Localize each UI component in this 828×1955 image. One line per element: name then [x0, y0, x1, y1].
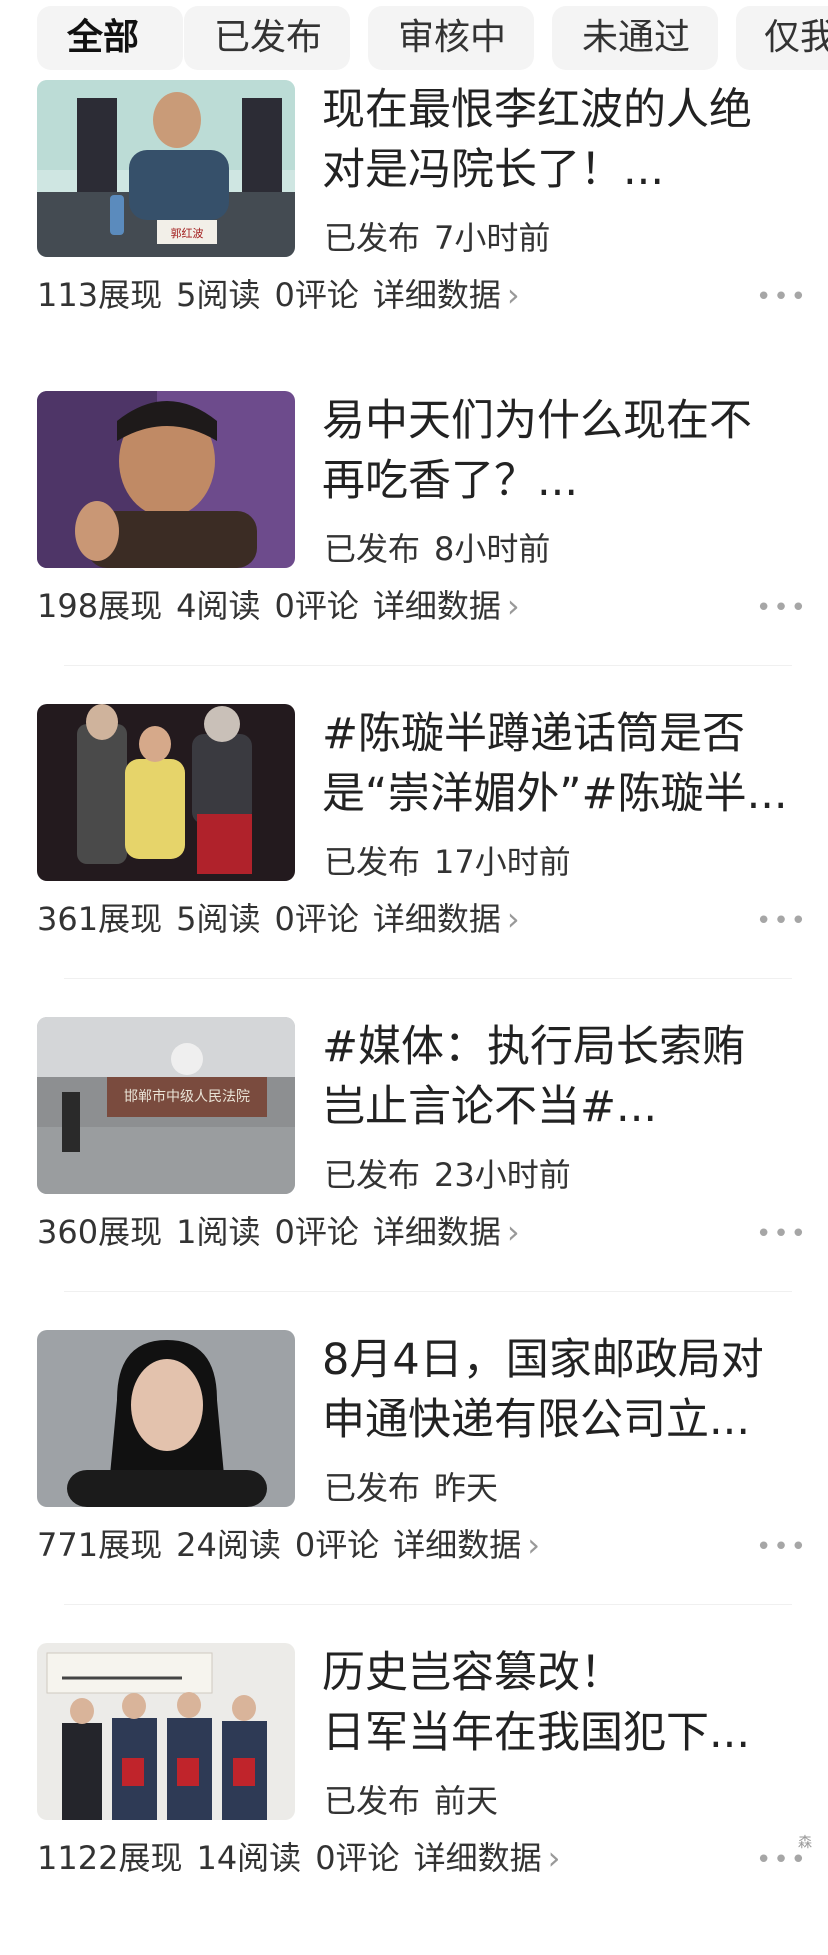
article-status: 已发布 7小时前: [324, 216, 550, 260]
publish-time: 前天: [434, 1782, 499, 1820]
article-thumbnail[interactable]: [37, 1643, 295, 1820]
article-card[interactable]: 易中天们为什么现在不 再吃香了？... 已发布 8小时前 198展现 4阅读 0评论详…: [0, 391, 828, 703]
comments-count: 0评论: [294, 1526, 380, 1564]
reads-count: 14阅读: [196, 1839, 302, 1877]
thumbnail-image: [37, 391, 295, 568]
publish-time: 昨天: [434, 1469, 499, 1507]
reads-count: 5阅读: [176, 900, 261, 938]
publish-time: 7小时前: [434, 219, 551, 257]
thumbnail-image: [37, 1643, 295, 1820]
views-count: 113展现: [37, 276, 163, 314]
chevron-right-icon[interactable]: ›: [548, 1839, 561, 1877]
views-count: 198展现: [37, 587, 163, 625]
article-card[interactable]: 邯郸市中级人民法院 #媒体：执行局长索贿 岂止言论不当#... 已发布 23小时前…: [0, 1017, 828, 1329]
status-label: 已发布: [324, 219, 421, 257]
status-label: 已发布: [324, 530, 421, 568]
views-count: 771展现: [37, 1526, 163, 1564]
article-thumbnail[interactable]: [37, 391, 295, 568]
status-label: 已发布: [324, 1782, 421, 1820]
detail-data-link[interactable]: 详细数据: [414, 1839, 542, 1877]
thumbnail-image: [37, 704, 295, 881]
more-options-icon[interactable]: •••: [756, 593, 808, 623]
article-stats: 771展现 24阅读 0评论 详细数据 ›: [37, 1522, 554, 1568]
svg-text:邯郸市中级人民法院: 邯郸市中级人民法院: [124, 1088, 250, 1105]
article-stats: 360展现 1阅读 0评论 详细数据 ›: [37, 1209, 534, 1255]
thumbnail-image: 郭红波: [37, 80, 295, 257]
thumbnail-image: [37, 1330, 295, 1507]
detail-data-link[interactable]: 详细数据: [373, 587, 501, 625]
detail-data-link[interactable]: 详细数据: [373, 900, 501, 938]
article-thumbnail[interactable]: 郭红波: [37, 80, 295, 257]
article-thumbnail[interactable]: [37, 1330, 295, 1507]
article-title[interactable]: #陈璇半蹲递话筒是否 是“崇洋媚外”#陈璇半...: [322, 704, 792, 824]
article-card[interactable]: #陈璇半蹲递话筒是否 是“崇洋媚外”#陈璇半... 已发布 17小时前 361展现…: [0, 704, 828, 1016]
article-status: 已发布 8小时前: [324, 527, 550, 571]
more-options-icon[interactable]: •••: [756, 282, 808, 312]
article-title[interactable]: 8月4日，国家邮政局对 申通快递有限公司立...: [322, 1330, 792, 1450]
comments-count: 0评论: [315, 1839, 400, 1877]
comments-count: 0评论: [274, 900, 359, 938]
views-count: 1122展现: [37, 1839, 183, 1877]
article-card[interactable]: 8月4日，国家邮政局对 申通快递有限公司立... 已发布 昨天 771展现 24阅读…: [0, 1330, 828, 1642]
publish-time: 17小时前: [434, 843, 571, 881]
reads-count: 1阅读: [176, 1213, 261, 1251]
detail-data-link[interactable]: 详细数据: [393, 1526, 521, 1564]
article-stats: 1122展现 14阅读 0评论 详细数据 ›: [37, 1835, 574, 1881]
status-label: 已发布: [324, 843, 421, 881]
chevron-right-icon[interactable]: ›: [527, 1526, 540, 1564]
thumbnail-image: 邯郸市中级人民法院: [37, 1017, 295, 1194]
tab-reviewing[interactable]: 审核中: [368, 6, 534, 70]
article-stats: 113展现 5阅读 0评论 详细数据 ›: [37, 272, 534, 318]
more-options-icon[interactable]: •••: [756, 906, 808, 936]
article-stats: 361展现 5阅读 0评论 详细数据 ›: [37, 896, 534, 942]
detail-data-link[interactable]: 详细数据: [373, 1213, 501, 1251]
detail-data-link[interactable]: 详细数据: [373, 276, 501, 314]
more-options-icon[interactable]: •••: [756, 1532, 808, 1562]
reads-count: 4阅读: [176, 587, 261, 625]
status-label: 已发布: [324, 1469, 421, 1507]
status-label: 已发布: [324, 1156, 421, 1194]
comments-count: 0评论: [274, 1213, 359, 1251]
article-title[interactable]: #媒体：执行局长索贿 岂止言论不当#...: [322, 1017, 792, 1137]
tab-published[interactable]: 已发布: [184, 6, 350, 70]
article-thumbnail[interactable]: 邯郸市中级人民法院: [37, 1017, 295, 1194]
article-stats: 198展现 4阅读 0评论 详细数据 ›: [37, 583, 534, 629]
reads-count: 24阅读: [176, 1526, 281, 1564]
svg-text:郭红波: 郭红波: [171, 227, 204, 240]
article-title[interactable]: 现在最恨李红波的人绝 对是冯院长了！...: [322, 80, 792, 200]
article-title[interactable]: 历史岂容篡改！ 日军当年在我国犯下...: [322, 1643, 792, 1763]
article-status: 已发布 17小时前: [324, 840, 571, 884]
divider: [64, 1291, 792, 1292]
chevron-right-icon[interactable]: ›: [507, 1213, 520, 1251]
chevron-right-icon[interactable]: ›: [507, 900, 520, 938]
article-title[interactable]: 易中天们为什么现在不 再吃香了？...: [322, 391, 792, 511]
views-count: 361展现: [37, 900, 163, 938]
chevron-right-icon[interactable]: ›: [507, 276, 520, 314]
divider: [64, 1604, 792, 1605]
views-count: 360展现: [37, 1213, 163, 1251]
comments-count: 0评论: [274, 587, 359, 625]
article-card[interactable]: 郭红波 现在最恨李红波的人绝 对是冯院长了！... 已发布 7小时前 113展现 5…: [0, 80, 828, 392]
tab-rejected[interactable]: 未通过: [552, 6, 718, 70]
publish-time: 8小时前: [434, 530, 551, 568]
article-thumbnail[interactable]: [37, 704, 295, 881]
reads-count: 5阅读: [176, 276, 261, 314]
article-status: 已发布 前天: [324, 1779, 498, 1823]
filter-tabs: 全部 已发布 审核中 未通过 仅我可见: [0, 0, 828, 80]
divider: [64, 665, 792, 666]
publish-time: 23小时前: [434, 1156, 571, 1194]
chevron-right-icon[interactable]: ›: [507, 587, 520, 625]
divider: [64, 978, 792, 979]
more-options-icon[interactable]: •••: [756, 1219, 808, 1249]
tab-private[interactable]: 仅我可见: [736, 6, 828, 70]
tab-all[interactable]: 全部: [37, 6, 183, 70]
article-card[interactable]: 历史岂容篡改！ 日军当年在我国犯下... 已发布 前天 1122展现 14阅读 0评论…: [0, 1643, 828, 1955]
article-status: 已发布 23小时前: [324, 1153, 571, 1197]
article-status: 已发布 昨天: [324, 1466, 498, 1510]
comments-count: 0评论: [274, 276, 359, 314]
corner-mark: 森: [798, 1835, 812, 1851]
